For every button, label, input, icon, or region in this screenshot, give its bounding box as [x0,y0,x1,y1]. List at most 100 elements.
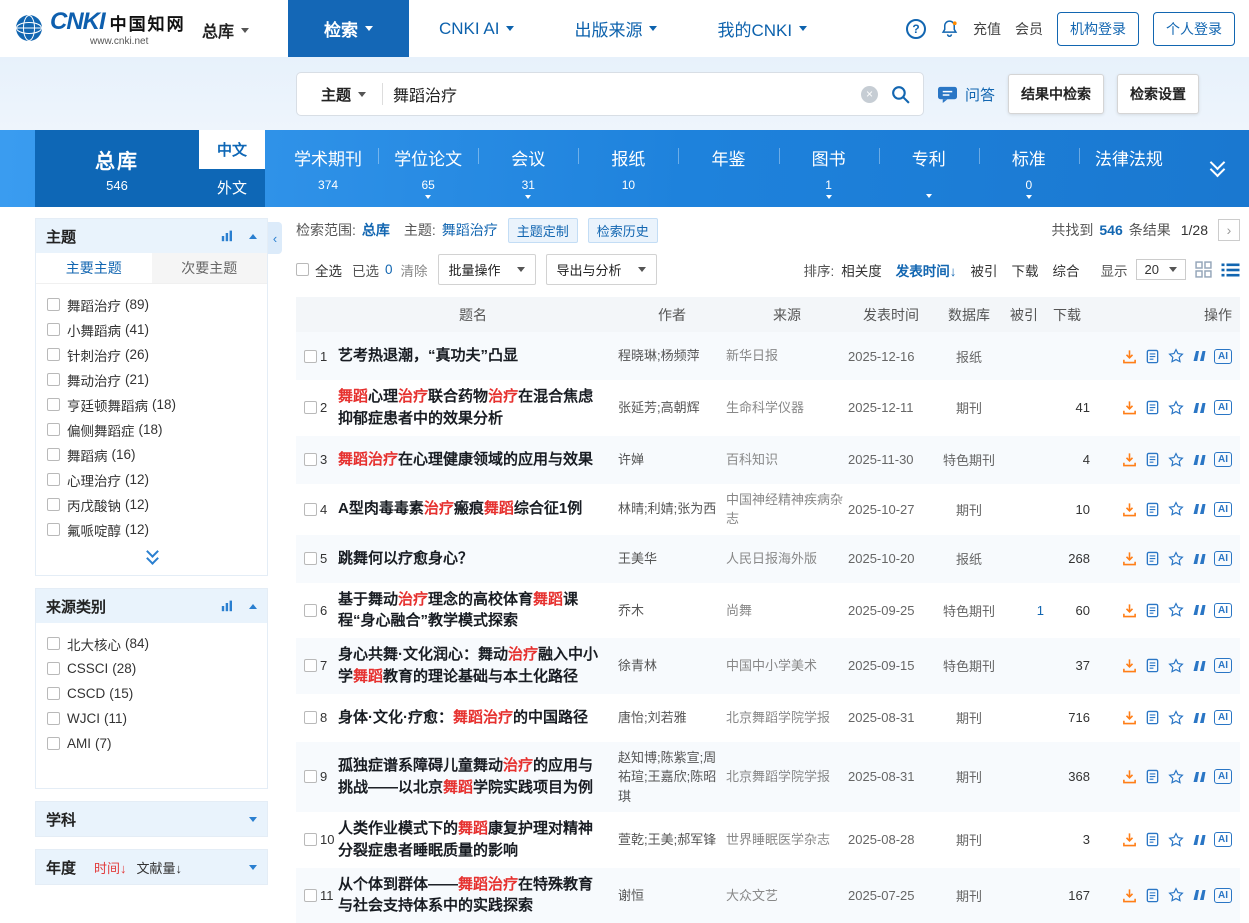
db-nav-item-0[interactable]: 学术期刊374 [278,130,378,207]
download-icon[interactable] [1122,832,1137,847]
cite-icon[interactable] [1192,834,1206,846]
scope-value[interactable]: 总库 [362,220,390,240]
checkbox[interactable] [296,263,309,276]
result-title[interactable]: 基于舞动治疗理念的高校体育舞蹈课程“身心融合”教学模式探索 [338,589,618,633]
favorite-icon[interactable] [1168,452,1184,468]
result-authors[interactable]: 程晓琳;杨频萍 [618,346,726,366]
result-authors[interactable]: 谢恒 [618,886,726,906]
favorite-icon[interactable] [1168,769,1184,785]
member-link[interactable]: 会员 [1015,19,1043,39]
result-authors[interactable]: 唐怡;刘若雅 [618,708,726,728]
lang-tab-0[interactable]: 中文 [199,130,265,169]
result-authors[interactable]: 林晴;利婧;张为西 [618,499,726,519]
favorite-icon[interactable] [1168,400,1184,416]
source-filter-item[interactable]: CSSCI(28) [47,656,256,681]
cite-icon[interactable] [1192,553,1206,565]
search-field-selector[interactable]: 主题 [309,84,372,105]
list-view-icon[interactable] [1221,262,1240,278]
download-icon[interactable] [1122,452,1137,467]
checkbox[interactable] [47,373,60,386]
expand-panel-icon[interactable] [249,817,257,822]
subject-filter-item[interactable]: 舞动治疗(21) [47,367,256,392]
collapse-panel-icon[interactable] [249,234,257,239]
db-total-tab[interactable]: 总库 546 中文外文 [35,130,265,207]
html-read-icon[interactable] [1145,452,1160,467]
sort-option-3[interactable]: 下载 [1012,264,1039,279]
subject-filter-item[interactable]: 小舞蹈病(41) [47,317,256,342]
subject-panel-header[interactable]: 主题 [36,219,267,253]
cite-icon[interactable] [1192,660,1206,672]
html-read-icon[interactable] [1145,710,1160,725]
result-title[interactable]: 舞蹈心理治疗联合药物治疗在混合焦虑抑郁症患者中的效果分析 [338,386,618,430]
cite-icon[interactable] [1192,889,1206,901]
result-authors[interactable]: 张延芳;高朝辉 [618,398,726,418]
help-icon[interactable]: ? [906,19,926,39]
checkbox[interactable] [304,889,317,902]
db-nav-item-8[interactable]: 法律法规 [1079,130,1179,207]
result-title[interactable]: 孤独症谱系障碍儿童舞动治疗的应用与挑战——以北京舞蹈学院实践项目为例 [338,755,618,799]
checkbox[interactable] [47,523,60,536]
checkbox[interactable] [304,503,317,516]
db-nav-item-2[interactable]: 会议31 [478,130,578,207]
checkbox[interactable] [47,687,60,700]
select-all-checkbox[interactable]: 全选 [296,260,342,280]
subject-tab-0[interactable]: 主要主题 [36,253,152,283]
db-nav-item-1[interactable]: 学位论文65 [378,130,478,207]
sort-option-1[interactable]: 发表时间↓ [896,264,957,279]
nav-tab-0[interactable]: 检索 [288,0,409,57]
favorite-icon[interactable] [1168,710,1184,726]
result-source[interactable]: 中国中小学美术 [726,656,848,676]
next-page-button[interactable]: › [1218,219,1240,241]
html-read-icon[interactable] [1145,769,1160,784]
favorite-icon[interactable] [1168,501,1184,517]
source-filter-item[interactable]: AMI(7) [47,731,256,756]
result-source[interactable]: 新华日报 [726,346,848,366]
checkbox[interactable] [304,401,317,414]
cite-icon[interactable] [1192,503,1206,515]
result-title[interactable]: 人类作业模式下的舞蹈康复护理对精神分裂症患者睡眠质量的影响 [338,818,618,862]
result-source[interactable]: 北京舞蹈学院学报 [726,767,848,787]
source-category-header[interactable]: 来源类别 [36,589,267,623]
download-icon[interactable] [1122,710,1137,725]
html-read-icon[interactable] [1145,888,1160,903]
result-authors[interactable]: 萱乾;王美;郝军锋 [618,830,726,850]
favorite-icon[interactable] [1168,887,1184,903]
checkbox[interactable] [47,298,60,311]
cite-icon[interactable] [1192,402,1206,414]
favorite-icon[interactable] [1168,551,1184,567]
result-title[interactable]: 身体·文化·疗愈：舞蹈治疗的中国路径 [338,707,618,729]
ai-assistant-button[interactable]: AI [1214,452,1232,467]
result-authors[interactable]: 赵知博;陈紫宣;周祐瑄;王嘉欣;陈昭琪 [618,748,726,807]
result-authors[interactable]: 许婵 [618,450,726,470]
result-title[interactable]: A型肉毒毒素治疗瘢痕舞蹈综合征1例 [338,498,618,520]
favorite-icon[interactable] [1168,832,1184,848]
batch-actions-button[interactable]: 批量操作 [438,254,536,285]
ai-assistant-button[interactable]: AI [1214,710,1232,725]
result-source[interactable]: 中国神经精神疾病杂志 [726,490,848,529]
checkbox[interactable] [47,323,60,336]
download-icon[interactable] [1122,502,1137,517]
checkbox[interactable] [304,552,317,565]
ai-assistant-button[interactable]: AI [1214,658,1232,673]
notification-bell-icon[interactable] [940,19,959,38]
download-icon[interactable] [1122,551,1137,566]
cite-icon[interactable] [1192,712,1206,724]
subject-custom-button[interactable]: 主题定制 [508,218,578,243]
collapse-panel-icon[interactable] [249,604,257,609]
checkbox[interactable] [304,770,317,783]
nav-tab-3[interactable]: 我的CNKI [687,0,837,57]
html-read-icon[interactable] [1145,502,1160,517]
subject-filter-item[interactable]: 舞蹈治疗(89) [47,292,256,317]
result-authors[interactable]: 徐青林 [618,656,726,676]
subject-filter-item[interactable]: 丙戊酸钠(12) [47,492,256,517]
nav-tab-1[interactable]: CNKI AI [409,0,544,57]
clear-search-icon[interactable] [861,86,878,103]
checkbox[interactable] [47,473,60,486]
checkbox[interactable] [47,348,60,361]
db-nav-item-6[interactable]: 专利 [879,130,979,207]
result-authors[interactable]: 乔木 [618,601,726,621]
search-input[interactable] [393,85,861,103]
result-authors[interactable]: 王美华 [618,549,726,569]
nav-tab-2[interactable]: 出版来源 [544,0,687,57]
download-icon[interactable] [1122,769,1137,784]
